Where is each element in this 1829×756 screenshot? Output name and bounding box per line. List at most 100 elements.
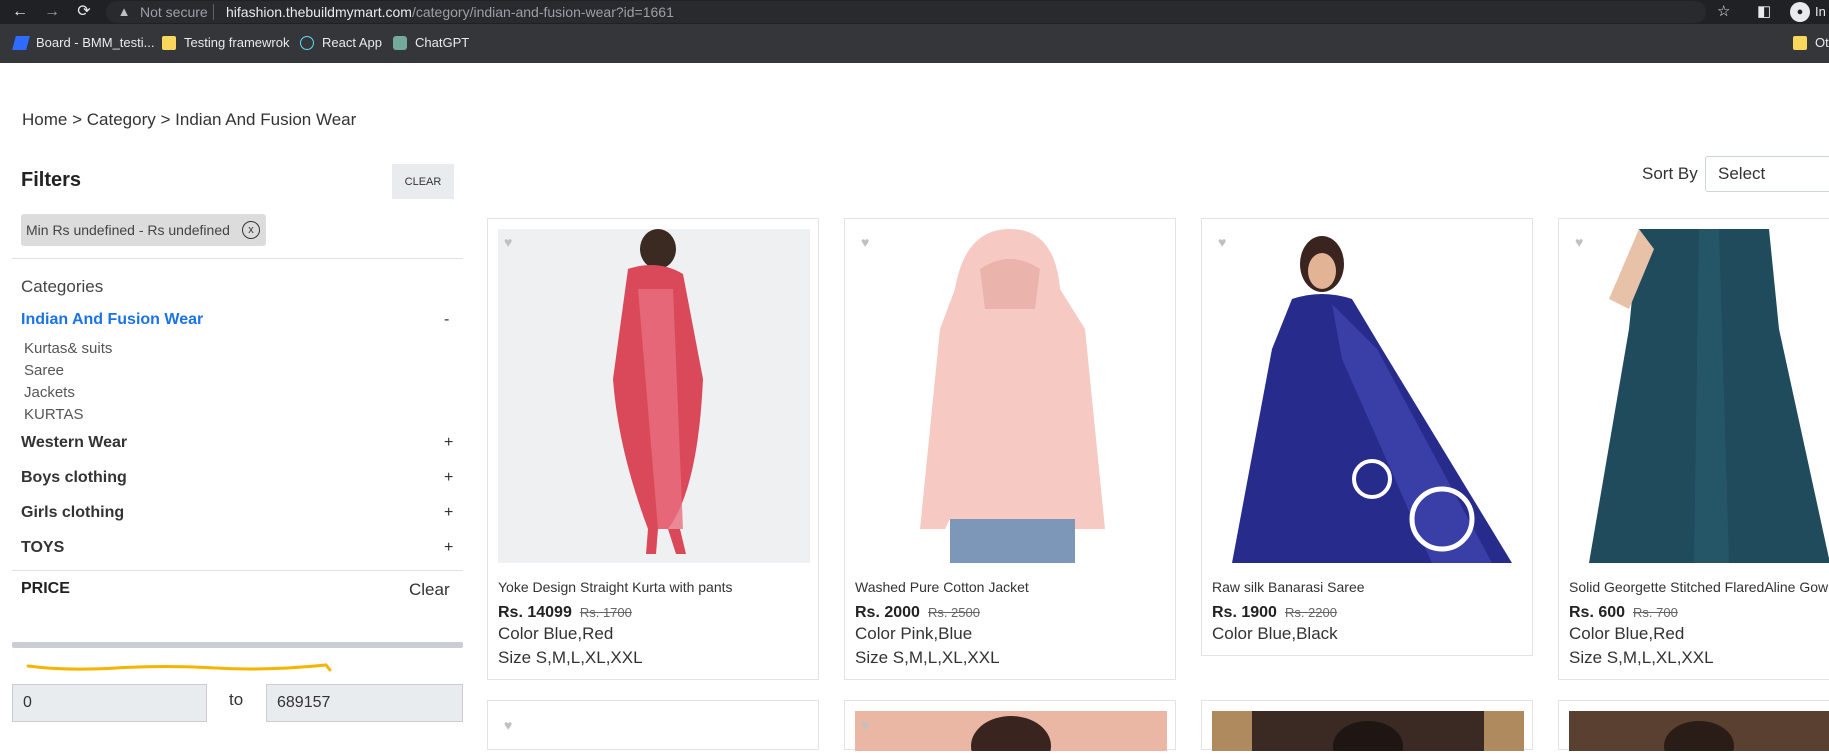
wishlist-heart-icon[interactable]: ♥ xyxy=(504,717,512,733)
expand-icon[interactable]: + xyxy=(444,504,453,522)
chatgpt-icon xyxy=(393,35,407,50)
bookmark-label: Board - BMM_testi... xyxy=(36,35,155,50)
product-name[interactable]: Solid Georgette Stitched FlaredAline Gow… xyxy=(1569,579,1829,595)
folder-icon xyxy=(162,35,176,50)
categories-heading: Categories xyxy=(21,277,104,296)
current-price: Rs. 14099 xyxy=(498,604,572,621)
breadcrumb-separator: > xyxy=(160,110,171,129)
expand-icon[interactable]: + xyxy=(444,539,453,557)
price-to-label: to xyxy=(229,690,244,709)
product-card[interactable]: ♥ Solid Georgette Stitched FlaredAline G… xyxy=(1558,218,1829,680)
breadcrumb-separator: > xyxy=(72,110,83,129)
category-toys[interactable]: TOYS xyxy=(21,539,64,557)
product-colors: Color Blue,Red xyxy=(1569,624,1685,643)
subcategory-kurtas-suits[interactable]: Kurtas& suits xyxy=(24,340,112,357)
product-card[interactable]: ♥ Raw silk Banarasi Saree Rs. 1900 Rs. 22… xyxy=(1201,218,1533,656)
product-card[interactable] xyxy=(1201,700,1533,756)
category-western-wear[interactable]: Western Wear xyxy=(21,434,127,452)
product-name[interactable]: Raw silk Banarasi Saree xyxy=(1212,579,1365,595)
clear-filters-button[interactable]: CLEAR xyxy=(392,164,454,199)
bookmark-chatgpt[interactable]: ChatGPT xyxy=(393,35,469,50)
product-colors: Color Blue,Red xyxy=(498,624,614,643)
breadcrumb: Home > Category > Indian And Fusion Wear xyxy=(22,110,356,130)
price-clear-link[interactable]: Clear xyxy=(409,580,450,600)
profile-avatar-icon[interactable]: ● xyxy=(1790,2,1810,22)
divider xyxy=(12,258,463,259)
product-card[interactable]: ♥ xyxy=(487,700,819,750)
product-name[interactable]: Washed Pure Cotton Jacket xyxy=(855,579,1029,595)
subcategory-saree[interactable]: Saree xyxy=(24,362,64,379)
warning-icon[interactable]: ▲ xyxy=(116,4,132,20)
product-sizes: Size S,M,L,XL,XXL xyxy=(1569,648,1714,667)
sort-by-label: Sort By xyxy=(1642,164,1698,183)
product-image[interactable] xyxy=(1569,711,1829,756)
browser-toolbar: ← → ⟳ ▲ Not secure hifashion.thebuildmym… xyxy=(0,0,1829,24)
divider xyxy=(12,570,463,571)
breadcrumb-category[interactable]: Category xyxy=(87,110,156,129)
product-card[interactable] xyxy=(1558,700,1829,756)
product-image[interactable] xyxy=(1212,711,1524,756)
bookmark-label: Testing framewrok xyxy=(184,35,290,50)
security-status[interactable]: Not secure xyxy=(140,4,208,20)
product-price: Rs. 600 Rs. 700 xyxy=(1569,604,1678,622)
product-card[interactable]: ♥ Washed Pure Cotton Jacket Rs. 2000 Rs. … xyxy=(844,218,1176,680)
collapse-icon[interactable]: - xyxy=(444,311,449,329)
active-filter-chip: Min Rs undefined - Rs undefined x xyxy=(21,214,266,246)
filters-title: Filters xyxy=(21,169,82,191)
subcategory-kurtas[interactable]: KURTAS xyxy=(24,406,83,423)
product-card[interactable]: ♥ xyxy=(844,700,1176,756)
product-name[interactable]: Yoke Design Straight Kurta with pants xyxy=(498,579,733,595)
folder-icon xyxy=(1793,35,1807,50)
price-min-input[interactable] xyxy=(12,684,207,722)
forward-arrow-icon[interactable]: → xyxy=(42,2,62,22)
side-panel-icon[interactable]: ◧ xyxy=(1757,3,1771,21)
wishlist-heart-icon[interactable]: ♥ xyxy=(504,235,518,249)
remove-filter-icon[interactable]: x xyxy=(242,221,260,239)
expand-icon[interactable]: + xyxy=(444,434,453,452)
product-sizes: Size S,M,L,XL,XXL xyxy=(498,648,643,667)
breadcrumb-home[interactable]: Home xyxy=(22,110,67,129)
profile-label: In xyxy=(1815,4,1826,19)
price-range-slider[interactable] xyxy=(12,642,463,648)
price-title: PRICE xyxy=(21,580,70,597)
expand-icon[interactable]: + xyxy=(444,469,453,487)
product-sizes: Size S,M,L,XL,XXL xyxy=(855,648,1000,667)
product-image[interactable] xyxy=(498,229,810,563)
bookmark-other[interactable]: Ot xyxy=(1793,35,1829,50)
bookmarks-bar: Board - BMM_testi... Testing framewrok R… xyxy=(0,24,1829,63)
bookmark-label: Ot xyxy=(1815,35,1829,50)
product-colors: Color Pink,Blue xyxy=(855,624,973,643)
product-image[interactable] xyxy=(1569,229,1829,563)
product-card[interactable]: ♥ Yoke Design Straight Kurta with pants … xyxy=(487,218,819,680)
bookmark-label: React App xyxy=(322,35,382,50)
bookmark-board[interactable]: Board - BMM_testi... xyxy=(12,35,155,50)
address-separator xyxy=(213,4,214,20)
wishlist-heart-icon[interactable]: ♥ xyxy=(861,235,875,249)
product-image[interactable] xyxy=(855,711,1167,756)
bookmark-testing-framework[interactable]: Testing framewrok xyxy=(162,35,289,50)
old-price: Rs. 2200 xyxy=(1284,605,1337,620)
price-max-input[interactable] xyxy=(266,684,463,722)
category-girls-clothing[interactable]: Girls clothing xyxy=(21,504,124,522)
bookmark-react-app[interactable]: React App xyxy=(300,35,382,50)
subcategory-jackets[interactable]: Jackets xyxy=(24,384,75,401)
category-indian-and-fusion-wear[interactable]: Indian And Fusion Wear xyxy=(21,311,203,329)
old-price: Rs. 700 xyxy=(1633,605,1678,620)
category-boys-clothing[interactable]: Boys clothing xyxy=(21,469,127,487)
back-arrow-icon[interactable]: ← xyxy=(10,2,30,22)
star-icon[interactable]: ☆ xyxy=(1717,3,1730,21)
url-text[interactable]: hifashion.thebuildmymart.com/category/in… xyxy=(226,4,674,20)
sort-select[interactable]: Select xyxy=(1705,156,1829,192)
current-price: Rs. 600 xyxy=(1569,604,1626,621)
old-price: Rs. 2500 xyxy=(927,605,980,620)
current-price: Rs. 1900 xyxy=(1212,604,1277,621)
wishlist-heart-icon[interactable]: ♥ xyxy=(861,717,869,733)
product-price: Rs. 14099 Rs. 1700 xyxy=(498,604,632,622)
wishlist-heart-icon[interactable]: ♥ xyxy=(1218,235,1232,249)
product-image[interactable] xyxy=(1212,229,1524,563)
product-image[interactable] xyxy=(855,229,1167,563)
board-icon xyxy=(12,35,30,50)
wishlist-heart-icon[interactable]: ♥ xyxy=(1575,235,1589,249)
product-price: Rs. 1900 Rs. 2200 xyxy=(1212,604,1337,622)
reload-icon[interactable]: ⟳ xyxy=(74,2,94,22)
